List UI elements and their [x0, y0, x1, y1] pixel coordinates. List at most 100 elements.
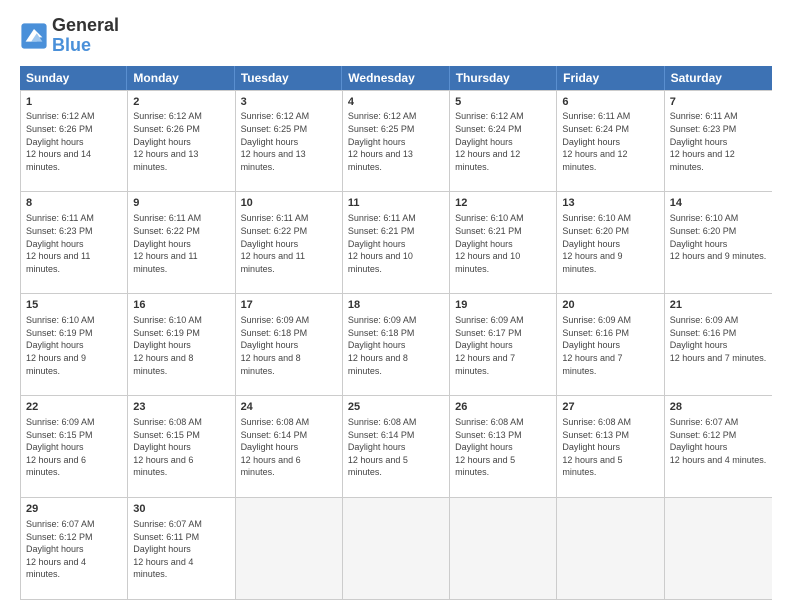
calendar-cell-day-25: 25Sunrise: 6:08 AMSunset: 6:14 PMDayligh…	[343, 396, 450, 497]
day-number: 16	[133, 298, 229, 313]
cell-info: Sunrise: 6:12 AMSunset: 6:26 PMDaylight …	[133, 110, 229, 173]
calendar-cell-day-3: 3Sunrise: 6:12 AMSunset: 6:25 PMDaylight…	[236, 91, 343, 192]
calendar-row-2: 8Sunrise: 6:11 AMSunset: 6:23 PMDaylight…	[21, 191, 772, 293]
logo: General Blue	[20, 16, 119, 56]
cell-info: Sunrise: 6:11 AMSunset: 6:22 PMDaylight …	[241, 212, 337, 275]
cell-info: Sunrise: 6:08 AMSunset: 6:14 PMDaylight …	[348, 416, 444, 479]
calendar-cell-day-24: 24Sunrise: 6:08 AMSunset: 6:14 PMDayligh…	[236, 396, 343, 497]
cell-info: Sunrise: 6:11 AMSunset: 6:21 PMDaylight …	[348, 212, 444, 275]
cell-info: Sunrise: 6:12 AMSunset: 6:24 PMDaylight …	[455, 110, 551, 173]
header-saturday: Saturday	[665, 66, 772, 90]
calendar-cell-day-7: 7Sunrise: 6:11 AMSunset: 6:23 PMDaylight…	[665, 91, 772, 192]
day-number: 24	[241, 400, 337, 415]
calendar-cell-day-4: 4Sunrise: 6:12 AMSunset: 6:25 PMDaylight…	[343, 91, 450, 192]
calendar-cell-day-20: 20Sunrise: 6:09 AMSunset: 6:16 PMDayligh…	[557, 294, 664, 395]
day-number: 15	[26, 298, 122, 313]
cell-info: Sunrise: 6:09 AMSunset: 6:18 PMDaylight …	[348, 314, 444, 377]
day-number: 19	[455, 298, 551, 313]
calendar-cell-day-17: 17Sunrise: 6:09 AMSunset: 6:18 PMDayligh…	[236, 294, 343, 395]
cell-info: Sunrise: 6:08 AMSunset: 6:15 PMDaylight …	[133, 416, 229, 479]
calendar: Sunday Monday Tuesday Wednesday Thursday…	[20, 66, 772, 600]
day-number: 26	[455, 400, 551, 415]
calendar-cell-day-6: 6Sunrise: 6:11 AMSunset: 6:24 PMDaylight…	[557, 91, 664, 192]
day-number: 20	[562, 298, 658, 313]
calendar-cell-day-11: 11Sunrise: 6:11 AMSunset: 6:21 PMDayligh…	[343, 192, 450, 293]
calendar-cell-day-16: 16Sunrise: 6:10 AMSunset: 6:19 PMDayligh…	[128, 294, 235, 395]
cell-info: Sunrise: 6:10 AMSunset: 6:21 PMDaylight …	[455, 212, 551, 275]
day-number: 4	[348, 95, 444, 110]
day-number: 29	[26, 502, 122, 517]
cell-info: Sunrise: 6:08 AMSunset: 6:13 PMDaylight …	[562, 416, 658, 479]
header-monday: Monday	[127, 66, 234, 90]
cell-info: Sunrise: 6:09 AMSunset: 6:17 PMDaylight …	[455, 314, 551, 377]
day-number: 14	[670, 196, 767, 211]
header-wednesday: Wednesday	[342, 66, 449, 90]
calendar-cell-day-12: 12Sunrise: 6:10 AMSunset: 6:21 PMDayligh…	[450, 192, 557, 293]
calendar-cell-day-19: 19Sunrise: 6:09 AMSunset: 6:17 PMDayligh…	[450, 294, 557, 395]
page-header: General Blue	[20, 16, 772, 56]
day-number: 17	[241, 298, 337, 313]
logo-text: General Blue	[52, 16, 119, 56]
calendar-cell-day-14: 14Sunrise: 6:10 AMSunset: 6:20 PMDayligh…	[665, 192, 772, 293]
cell-info: Sunrise: 6:12 AMSunset: 6:25 PMDaylight …	[348, 110, 444, 173]
calendar-cell-day-23: 23Sunrise: 6:08 AMSunset: 6:15 PMDayligh…	[128, 396, 235, 497]
cell-info: Sunrise: 6:10 AMSunset: 6:20 PMDaylight …	[670, 212, 767, 262]
logo-icon	[20, 22, 48, 50]
day-number: 23	[133, 400, 229, 415]
cell-info: Sunrise: 6:12 AMSunset: 6:26 PMDaylight …	[26, 110, 122, 173]
calendar-cell-day-13: 13Sunrise: 6:10 AMSunset: 6:20 PMDayligh…	[557, 192, 664, 293]
calendar-cell-day-27: 27Sunrise: 6:08 AMSunset: 6:13 PMDayligh…	[557, 396, 664, 497]
calendar-cell-day-21: 21Sunrise: 6:09 AMSunset: 6:16 PMDayligh…	[665, 294, 772, 395]
cell-info: Sunrise: 6:11 AMSunset: 6:24 PMDaylight …	[562, 110, 658, 173]
day-number: 7	[670, 95, 767, 110]
day-number: 22	[26, 400, 122, 415]
cell-info: Sunrise: 6:07 AMSunset: 6:12 PMDaylight …	[670, 416, 767, 466]
day-number: 21	[670, 298, 767, 313]
calendar-body: 1Sunrise: 6:12 AMSunset: 6:26 PMDaylight…	[20, 90, 772, 600]
day-number: 11	[348, 196, 444, 211]
header-sunday: Sunday	[20, 66, 127, 90]
calendar-cell-day-8: 8Sunrise: 6:11 AMSunset: 6:23 PMDaylight…	[21, 192, 128, 293]
cell-info: Sunrise: 6:09 AMSunset: 6:18 PMDaylight …	[241, 314, 337, 377]
calendar-cell-day-26: 26Sunrise: 6:08 AMSunset: 6:13 PMDayligh…	[450, 396, 557, 497]
calendar-cell-day-18: 18Sunrise: 6:09 AMSunset: 6:18 PMDayligh…	[343, 294, 450, 395]
day-number: 6	[562, 95, 658, 110]
calendar-cell-empty	[343, 498, 450, 599]
calendar-cell-day-30: 30Sunrise: 6:07 AMSunset: 6:11 PMDayligh…	[128, 498, 235, 599]
calendar-cell-day-28: 28Sunrise: 6:07 AMSunset: 6:12 PMDayligh…	[665, 396, 772, 497]
day-number: 8	[26, 196, 122, 211]
cell-info: Sunrise: 6:12 AMSunset: 6:25 PMDaylight …	[241, 110, 337, 173]
cell-info: Sunrise: 6:10 AMSunset: 6:20 PMDaylight …	[562, 212, 658, 275]
cell-info: Sunrise: 6:11 AMSunset: 6:23 PMDaylight …	[670, 110, 767, 173]
header-tuesday: Tuesday	[235, 66, 342, 90]
cell-info: Sunrise: 6:10 AMSunset: 6:19 PMDaylight …	[133, 314, 229, 377]
calendar-cell-empty	[450, 498, 557, 599]
calendar-row-3: 15 Sunrise: 6:10 AMSunset: 6:19 PMDayligh…	[21, 293, 772, 395]
cell-info: Sunrise: 6:08 AMSunset: 6:13 PMDaylight …	[455, 416, 551, 479]
cell-info: Sunrise: 6:07 AMSunset: 6:11 PMDaylight …	[133, 518, 229, 581]
cell-info: Sunrise: 6:11 AMSunset: 6:23 PMDaylight …	[26, 212, 122, 275]
calendar-cell-empty	[665, 498, 772, 599]
day-number: 5	[455, 95, 551, 110]
calendar-header: Sunday Monday Tuesday Wednesday Thursday…	[20, 66, 772, 90]
cell-info: Sunrise: 6:11 AMSunset: 6:22 PMDaylight …	[133, 212, 229, 275]
day-number: 13	[562, 196, 658, 211]
day-number: 25	[348, 400, 444, 415]
calendar-row-4: 22Sunrise: 6:09 AMSunset: 6:15 PMDayligh…	[21, 395, 772, 497]
cell-info: Sunrise: 6:08 AMSunset: 6:14 PMDaylight …	[241, 416, 337, 479]
day-number: 10	[241, 196, 337, 211]
day-number: 18	[348, 298, 444, 313]
calendar-cell-day-5: 5Sunrise: 6:12 AMSunset: 6:24 PMDaylight…	[450, 91, 557, 192]
day-number: 30	[133, 502, 229, 517]
calendar-cell-day-1: 1Sunrise: 6:12 AMSunset: 6:26 PMDaylight…	[21, 91, 128, 192]
day-number: 28	[670, 400, 767, 415]
calendar-cell-empty	[557, 498, 664, 599]
day-number: 9	[133, 196, 229, 211]
day-number: 2	[133, 95, 229, 110]
calendar-cell-day-22: 22Sunrise: 6:09 AMSunset: 6:15 PMDayligh…	[21, 396, 128, 497]
day-number: 1	[26, 95, 122, 110]
day-number: 12	[455, 196, 551, 211]
calendar-cell-day-10: 10Sunrise: 6:11 AMSunset: 6:22 PMDayligh…	[236, 192, 343, 293]
calendar-row-1: 1Sunrise: 6:12 AMSunset: 6:26 PMDaylight…	[21, 90, 772, 192]
cell-info: Sunrise: 6:09 AMSunset: 6:15 PMDaylight …	[26, 416, 122, 479]
